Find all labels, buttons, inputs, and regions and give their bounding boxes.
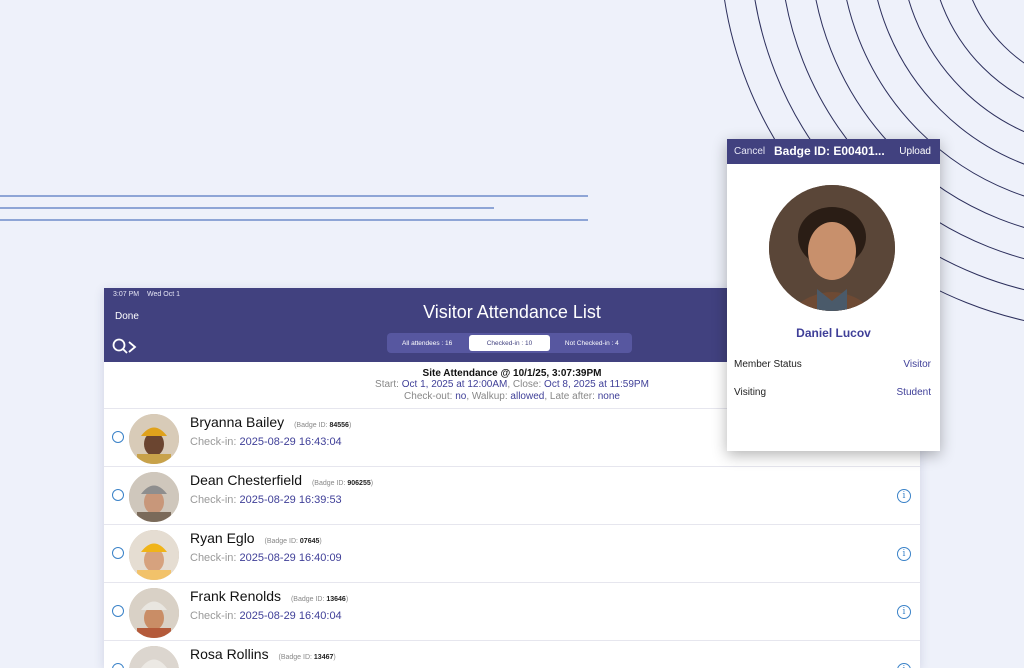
decorative-line	[0, 207, 494, 209]
checkout-value: no	[455, 391, 467, 402]
avatar	[129, 588, 179, 638]
checkin-time: Check-in: 2025-08-29 16:40:04	[190, 610, 342, 622]
list-item[interactable]: Frank Renolds (Badge ID: 13646) Check-in…	[104, 583, 920, 641]
badge-id: (Badge ID: 07645)	[264, 538, 322, 545]
field-label: Member Status	[734, 359, 802, 370]
badge-id: (Badge ID: 13467)	[278, 654, 336, 661]
info-icon[interactable]: i	[897, 489, 911, 503]
badge-id: (Badge ID: 13646)	[290, 596, 349, 603]
attendee-name-row: Dean Chesterfield (Badge ID: 906255)	[190, 472, 373, 488]
tab-checked-in[interactable]: Checked-in : 10	[469, 335, 550, 351]
attendee-name-row: Frank Renolds (Badge ID: 13646)	[190, 588, 348, 604]
attendee-name: Rosa Rollins	[190, 646, 269, 662]
walkup-value: allowed	[510, 391, 545, 402]
profile-photo[interactable]	[769, 185, 895, 311]
select-radio[interactable]	[112, 431, 124, 443]
status-date: Wed Oct 1	[147, 291, 180, 298]
checkin-time: Check-in: 2025-08-29 16:43:04	[190, 436, 342, 448]
attendee-name-row: Ryan Eglo (Badge ID: 07645)	[190, 530, 322, 546]
search-icon[interactable]	[112, 338, 138, 361]
select-radio[interactable]	[112, 547, 124, 559]
badge-id: (Badge ID: 906255)	[311, 480, 374, 487]
avatar	[129, 414, 179, 464]
list-item[interactable]: Ryan Eglo (Badge ID: 07645) Check-in: 20…	[104, 525, 920, 583]
attendee-name: Dean Chesterfield	[190, 472, 303, 488]
decorative-line	[0, 195, 588, 197]
info-icon[interactable]: i	[897, 605, 911, 619]
field-label: Visiting	[734, 387, 767, 398]
info-icon[interactable]: i	[897, 547, 911, 561]
upload-button[interactable]: Upload	[899, 146, 931, 157]
popup-header: Cancel Badge ID: E00401... Upload	[727, 139, 940, 164]
attendee-name: Frank Renolds	[190, 588, 282, 604]
visiting-row: Visiting Student	[734, 387, 931, 398]
list-item[interactable]: Dean Chesterfield (Badge ID: 906255) Che…	[104, 467, 920, 525]
badge-id: (Badge ID: 84556)	[294, 422, 352, 429]
attendee-name-row: Bryanna Bailey (Badge ID: 84556)	[190, 414, 351, 430]
select-radio[interactable]	[112, 489, 124, 501]
start-value: Oct 1, 2025 at 12:00AM	[401, 379, 508, 390]
close-value: Oct 8, 2025 at 11:59PM	[544, 379, 649, 390]
popup-title: Badge ID: E00401...	[774, 144, 885, 158]
checkin-time: Check-in: 2025-08-29 16:39:53	[190, 494, 342, 506]
status-time: 3:07 PM	[113, 291, 140, 298]
checkin-time: Check-in: 2025-08-29 16:40:09	[190, 552, 342, 564]
decorative-line	[0, 219, 588, 221]
member-status-row: Member Status Visitor	[734, 359, 931, 370]
tab-not-checked-in[interactable]: Not Checked-in : 4	[552, 333, 632, 353]
select-radio[interactable]	[112, 605, 124, 617]
attendee-name: Ryan Eglo	[190, 530, 255, 546]
cancel-button[interactable]: Cancel	[734, 146, 765, 157]
status-bar: 3:07 PM Wed Oct 1	[113, 291, 186, 298]
field-value: Student	[896, 387, 931, 398]
avatar	[129, 646, 179, 668]
lateafter-value: none	[597, 391, 620, 402]
field-value: Visitor	[903, 359, 931, 370]
attendee-name: Bryanna Bailey	[190, 414, 285, 430]
member-name: Daniel Lucov	[796, 326, 871, 340]
attendee-name-row: Rosa Rollins (Badge ID: 13467)	[190, 646, 336, 662]
avatar	[129, 530, 179, 580]
tab-all-attendees[interactable]: All attendees : 16	[387, 333, 467, 353]
avatar	[129, 472, 179, 522]
filter-segmented-control: All attendees : 16 Checked-in : 10 Not C…	[387, 333, 632, 353]
badge-detail-popup: Cancel Badge ID: E00401... Upload Daniel…	[727, 139, 940, 451]
